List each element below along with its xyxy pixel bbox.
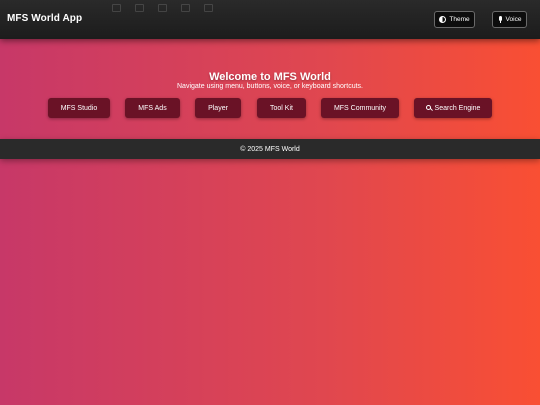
voice-button-label: Voice [505,16,522,23]
faded-nav-icon [181,4,190,12]
player-button[interactable]: Player [195,98,241,118]
voice-button[interactable]: Voice [492,11,527,28]
footer-copyright: © 2025 MFS World [240,145,300,153]
search-engine-button[interactable]: Search Engine [414,98,492,118]
search-engine-label: Search Engine [434,104,481,112]
mfs-community-button[interactable]: MFS Community [321,98,399,118]
faded-nav-menu [112,4,213,12]
search-icon [425,104,433,112]
tool-kit-button[interactable]: Tool Kit [257,98,306,118]
welcome-subtitle: Navigate using menu, buttons, voice, or … [177,83,363,90]
half-circle-icon [439,16,447,23]
theme-button[interactable]: Theme [434,11,475,28]
faded-nav-item [135,4,144,12]
microphone-icon [498,16,503,23]
faded-nav-item [181,4,190,12]
mfs-ads-button[interactable]: MFS Ads [125,98,180,118]
header-bar: MFS World App Theme Voice [0,0,540,39]
faded-nav-icon [204,4,213,12]
faded-nav-item [204,4,213,12]
faded-nav-item [158,4,167,12]
theme-button-label: Theme [449,16,470,23]
mfs-studio-button[interactable]: MFS Studio [48,98,110,118]
footer: © 2025 MFS World [0,139,540,159]
faded-nav-item [112,4,121,12]
faded-nav-icon [158,4,167,12]
faded-nav-icon [112,4,121,12]
welcome-heading: Welcome to MFS World [209,71,331,83]
app-title: MFS World App [7,13,83,24]
faded-nav-icon [135,4,144,12]
